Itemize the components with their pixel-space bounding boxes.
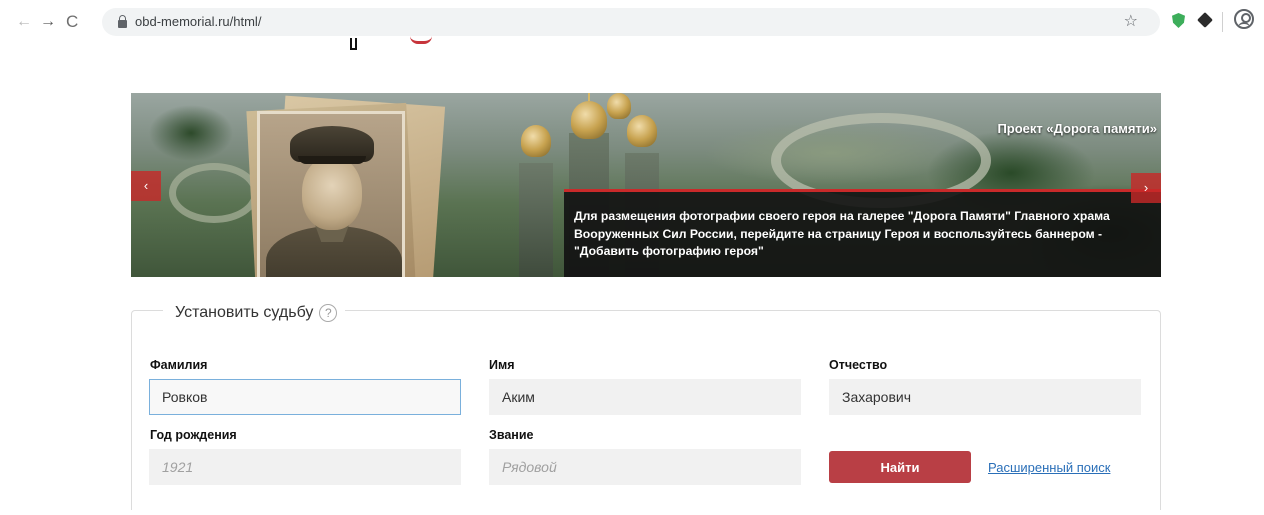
forward-icon[interactable]: → — [40, 12, 56, 32]
name-label: Имя — [489, 358, 515, 372]
soldier-photo — [223, 95, 446, 277]
address-bar[interactable]: obd-memorial.ru/html/ ☆ — [102, 8, 1160, 36]
surname-input[interactable] — [149, 379, 461, 415]
bookmark-star-icon[interactable]: ☆ — [1124, 11, 1138, 31]
url-text[interactable]: obd-memorial.ru/html/ — [135, 14, 261, 29]
birth-year-label: Год рождения — [150, 428, 237, 442]
road-of-memory-banner[interactable]: Проект «Дорога памяти» Для размещения фо… — [131, 93, 1161, 277]
account-icon[interactable] — [1234, 9, 1254, 29]
site-logo-fragment — [350, 38, 357, 50]
back-icon[interactable]: ← — [16, 12, 32, 32]
banner-prev-icon[interactable]: ‹ — [131, 171, 161, 201]
surname-label: Фамилия — [150, 358, 208, 372]
search-button[interactable]: Найти — [829, 451, 971, 483]
toolbar-divider — [1222, 12, 1223, 32]
browser-toolbar: ← → C obd-memorial.ru/html/ ☆ — [0, 0, 1264, 46]
shield-extension-icon[interactable] — [1172, 13, 1185, 28]
banner-caption-box: Для размещения фотографии своего героя н… — [564, 189, 1161, 277]
cube-extension-icon[interactable] — [1197, 12, 1213, 28]
help-icon[interactable]: ? — [319, 304, 338, 322]
banner-caption: Для размещения фотографии своего героя н… — [574, 209, 1110, 258]
rank-input[interactable] — [489, 449, 801, 485]
reload-icon[interactable]: C — [66, 12, 78, 32]
patronymic-input[interactable] — [829, 379, 1141, 415]
banner-title: Проект «Дорога памяти» — [997, 121, 1157, 136]
lock-icon — [118, 15, 127, 28]
name-input[interactable] — [489, 379, 801, 415]
rank-label: Звание — [489, 428, 534, 442]
advanced-search-link[interactable]: Расширенный поиск — [988, 460, 1110, 475]
form-legend: Установить судьбу ? — [163, 301, 346, 325]
form-legend-title: Установить судьбу — [175, 304, 314, 321]
banner-next-icon[interactable]: › — [1131, 173, 1161, 203]
patronymic-label: Отчество — [829, 358, 888, 372]
birth-year-input[interactable] — [149, 449, 461, 485]
